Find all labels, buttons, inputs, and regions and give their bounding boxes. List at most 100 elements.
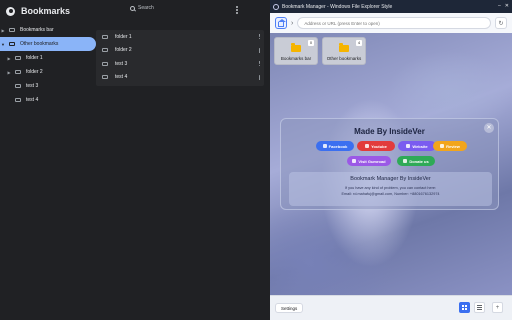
app-icon: [273, 3, 279, 10]
row-menu-icon[interactable]: [258, 34, 260, 39]
folder-tree: ▶ Bookmarks bar ▼ Other bookmarks ▶ fold…: [0, 23, 96, 107]
tile-label: Other bookmarks: [326, 56, 362, 61]
info-line-1: If you have any kind of problem, you can…: [344, 186, 437, 190]
youtube-button[interactable]: Youtube: [357, 141, 395, 151]
heart-icon: [403, 159, 408, 163]
tree-item-test-3[interactable]: test 3: [0, 79, 96, 93]
info-title: Bookmark Manager By InsideVer: [350, 176, 431, 182]
youtube-label: Youtube: [371, 143, 387, 149]
folder-icon: [9, 28, 15, 32]
close-window-icon[interactable]: ✕: [505, 3, 509, 9]
tree-item-label: test 3: [26, 83, 39, 89]
list-item-label: test 3: [115, 60, 128, 67]
add-button[interactable]: +: [492, 302, 503, 313]
folder-icon: [291, 43, 301, 52]
row-menu-icon[interactable]: [258, 61, 260, 66]
facebook-button[interactable]: Facebook: [316, 141, 354, 151]
folder-tile-bookmarks-bar[interactable]: 0 Bookmarks bar: [274, 37, 318, 65]
address-toolbar: › ↻: [270, 13, 512, 33]
info-line-2: Email: rd.mahafuj@gmail.com, Number: +88…: [341, 192, 440, 196]
home-icon: [278, 18, 286, 27]
bookmarks-logo-icon: [6, 6, 15, 16]
gumroad-button[interactable]: Visit Gumroad: [347, 156, 391, 166]
window-titlebar: Bookmark Manager - Windows File Explorer…: [270, 0, 512, 13]
search-placeholder: Search: [138, 5, 154, 11]
list-item-label: folder 2: [115, 47, 132, 54]
home-button[interactable]: [275, 17, 287, 29]
bottom-bar: Settings +: [270, 295, 512, 320]
tree-item-other-bookmarks[interactable]: ▼ Other bookmarks: [0, 37, 96, 51]
window-controls: – ✕: [498, 3, 509, 9]
expand-arrow-icon[interactable]: ▶: [0, 28, 6, 33]
more-options-icon[interactable]: [236, 6, 238, 14]
tile-label: Bookmarks bar: [280, 56, 312, 61]
tree-item-bookmarks-bar[interactable]: ▶ Bookmarks bar: [0, 23, 96, 37]
refresh-icon: ↻: [498, 20, 504, 27]
review-label: Review: [446, 143, 460, 149]
folder-icon: [102, 75, 108, 80]
folder-icon: [339, 43, 349, 52]
search-icon: [130, 5, 135, 11]
tree-item-label: folder 2: [26, 69, 43, 75]
contact-info-card: Bookmark Manager By InsideVer If you hav…: [289, 172, 492, 206]
row-menu-icon[interactable]: [258, 74, 260, 80]
list-item-label: folder 1: [115, 33, 132, 40]
website-button[interactable]: Website: [398, 141, 436, 151]
about-modal: ✕ Made By InsideVer Facebook Youtube Web…: [280, 118, 499, 210]
settings-button[interactable]: Settings: [275, 303, 304, 313]
tree-item-folder-2[interactable]: ▶ folder 2: [0, 65, 96, 79]
list-item[interactable]: test 4: [96, 71, 264, 85]
search-input[interactable]: Search: [130, 5, 154, 11]
folder-icon: [15, 84, 21, 88]
popup-window: Bookmark Manager - Windows File Explorer…: [270, 0, 512, 320]
list-item-label: test 4: [115, 74, 128, 81]
website-label: Website: [412, 143, 428, 149]
list-view-button[interactable]: [474, 302, 485, 313]
collapse-arrow-icon[interactable]: ▼: [0, 42, 6, 47]
folder-icon: [15, 98, 21, 102]
list-item[interactable]: test 3: [96, 57, 264, 71]
tree-item-label: Other bookmarks: [20, 41, 59, 47]
list-icon: [477, 305, 482, 310]
review-button[interactable]: Review: [433, 141, 467, 151]
donate-button[interactable]: Donate us: [397, 156, 435, 166]
folder-icon: [9, 42, 15, 46]
youtube-icon: [365, 144, 370, 148]
folder-icon: [15, 70, 21, 74]
page-title: Bookmarks: [21, 6, 71, 16]
gumroad-icon: [352, 159, 357, 163]
tree-item-test-4[interactable]: test 4: [0, 93, 96, 107]
folder-icon: [102, 61, 108, 66]
globe-icon: [406, 144, 411, 148]
list-item[interactable]: folder 1: [96, 30, 264, 44]
facebook-icon: [322, 144, 327, 148]
expand-arrow-icon[interactable]: ▶: [6, 70, 12, 75]
tree-item-label: test 4: [26, 97, 39, 103]
gumroad-label: Visit Gumroad: [358, 158, 386, 164]
folder-icon: [102, 48, 108, 53]
donate-label: Donate us: [409, 158, 429, 164]
address-input[interactable]: [297, 17, 491, 29]
window-title: Bookmark Manager - Windows File Explorer…: [282, 3, 393, 10]
folder-icon: [102, 34, 108, 39]
facebook-label: Facebook: [328, 143, 348, 149]
refresh-button[interactable]: ↻: [495, 17, 507, 29]
list-item[interactable]: folder 2: [96, 44, 264, 58]
grid-icon: [462, 305, 467, 310]
minimize-icon[interactable]: –: [498, 3, 501, 9]
modal-title: Made By InsideVer: [354, 127, 425, 136]
folder-icon: [15, 56, 21, 60]
tree-item-label: Bookmarks bar: [20, 27, 54, 33]
folder-tile-other-bookmarks[interactable]: 4 Other bookmarks: [322, 37, 366, 65]
expand-arrow-icon[interactable]: ▶: [6, 56, 12, 61]
item-count-badge: 0: [308, 40, 314, 46]
bookmark-list: folder 1 folder 2 test 3 test 4: [96, 30, 264, 86]
bookmarks-manager: Bookmarks Search ▶ Bookmarks bar ▼ Other…: [0, 0, 268, 320]
item-count-badge: 4: [356, 40, 362, 46]
chevron-right-icon[interactable]: ›: [291, 20, 293, 27]
tree-item-label: folder 1: [26, 55, 43, 61]
explorer-content: 0 Bookmarks bar 4 Other bookmarks ✕ Made…: [270, 33, 512, 295]
row-menu-icon[interactable]: [258, 47, 260, 53]
grid-view-button[interactable]: [459, 302, 470, 313]
tree-item-folder-1[interactable]: ▶ folder 1: [0, 51, 96, 65]
